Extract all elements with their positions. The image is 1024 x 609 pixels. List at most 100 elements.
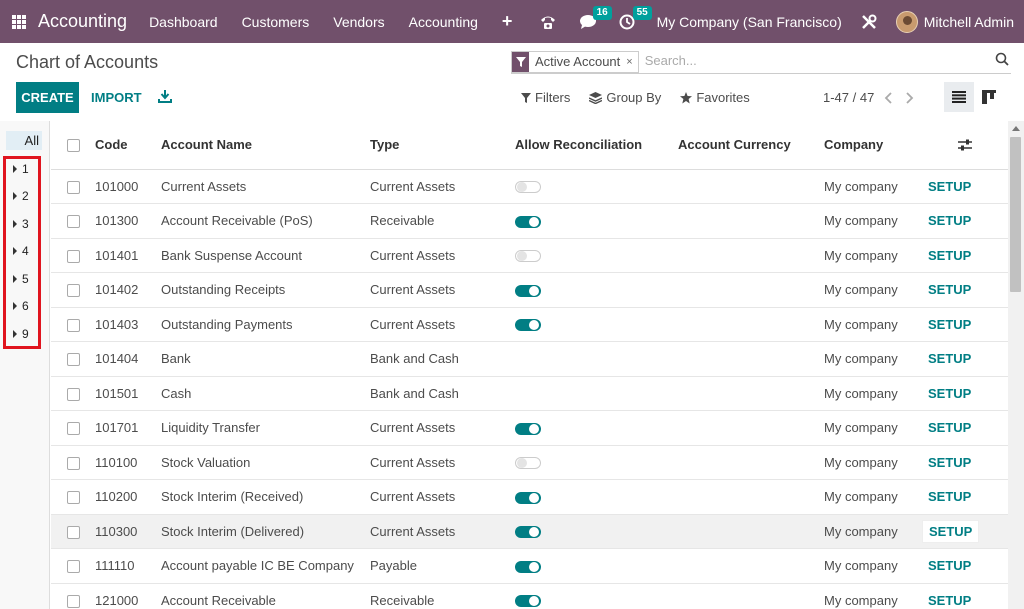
cell-company[interactable]: My company <box>824 169 922 204</box>
cell-code[interactable]: 101404 <box>95 341 161 377</box>
facet-remove-icon[interactable]: × <box>626 56 637 68</box>
reconcile-toggle[interactable] <box>515 422 541 435</box>
cell-type[interactable]: Current Assets <box>370 238 515 273</box>
cell-account-name[interactable]: Stock Valuation <box>161 445 370 480</box>
cell-account-name[interactable]: Account Receivable <box>161 583 370 609</box>
company-switcher[interactable]: My Company (San Francisco) <box>657 14 842 30</box>
cell-currency[interactable] <box>678 583 824 609</box>
group-item-4[interactable]: 4 <box>13 244 29 258</box>
apps-menu-icon[interactable] <box>12 14 26 29</box>
cell-type[interactable]: Receivable <box>370 203 515 239</box>
cell-account-name[interactable]: Stock Interim (Delivered) <box>161 514 370 549</box>
cell-code[interactable]: 101501 <box>95 376 161 411</box>
cell-type[interactable]: Current Assets <box>370 169 515 204</box>
group-item-2[interactable]: 2 <box>13 189 29 203</box>
setup-button[interactable]: SETUP <box>922 417 977 438</box>
pager-next-icon[interactable] <box>904 91 914 104</box>
table-row[interactable]: 101701 Liquidity Transfer Current Assets My… <box>51 410 1008 446</box>
filters-toggle[interactable]: Filters <box>521 90 570 105</box>
setup-button[interactable]: SETUP <box>922 555 977 576</box>
setup-button[interactable]: SETUP <box>922 176 977 197</box>
group-item-5[interactable]: 5 <box>13 272 29 286</box>
favorites-toggle[interactable]: Favorites <box>680 90 750 105</box>
cell-company[interactable]: My company <box>824 410 922 446</box>
setup-button[interactable]: SETUP <box>922 210 977 231</box>
cell-account-name[interactable]: Liquidity Transfer <box>161 410 370 446</box>
cell-account-name[interactable]: Outstanding Receipts <box>161 272 370 308</box>
cell-company[interactable]: My company <box>824 272 922 308</box>
table-row[interactable]: 101501 Cash Bank and Cash My company SETUP <box>51 376 1008 411</box>
cell-code[interactable]: 101403 <box>95 307 161 342</box>
table-row[interactable]: 111110 Account payable IC BE Company Payab… <box>51 548 1008 584</box>
row-checkbox[interactable] <box>67 318 80 332</box>
reconcile-toggle[interactable] <box>515 215 541 228</box>
cell-type[interactable]: Current Assets <box>370 514 515 549</box>
cell-account-name[interactable]: Bank <box>161 341 370 377</box>
group-item-9[interactable]: 9 <box>13 327 29 341</box>
header-account-currency[interactable]: Account Currency <box>678 121 824 170</box>
cell-currency[interactable] <box>678 238 824 273</box>
row-checkbox[interactable] <box>67 491 80 505</box>
row-checkbox[interactable] <box>67 560 80 574</box>
user-avatar[interactable] <box>895 10 918 33</box>
cell-currency[interactable] <box>678 514 824 549</box>
table-row[interactable]: 121000 Account Receivable Receivable My com… <box>51 583 1008 609</box>
menu-dashboard[interactable]: Dashboard <box>149 14 218 30</box>
cell-type[interactable]: Bank and Cash <box>370 341 515 377</box>
row-checkbox[interactable] <box>67 353 80 367</box>
reconcile-toggle[interactable] <box>515 491 541 504</box>
menu-vendors[interactable]: Vendors <box>333 14 384 30</box>
cell-account-name[interactable]: Account payable IC BE Company <box>161 548 370 584</box>
cell-account-name[interactable]: Stock Interim (Received) <box>161 479 370 515</box>
row-checkbox[interactable] <box>67 594 80 608</box>
kanban-view-icon[interactable] <box>974 82 1004 112</box>
debug-tools-icon[interactable] <box>860 13 878 31</box>
table-row[interactable]: 101403 Outstanding Payments Current Assets… <box>51 307 1008 342</box>
header-allow-reconciliation[interactable]: Allow Reconciliation <box>515 121 678 170</box>
setup-button[interactable]: SETUP <box>922 486 977 507</box>
cell-account-name[interactable]: Outstanding Payments <box>161 307 370 342</box>
cell-type[interactable]: Payable <box>370 548 515 584</box>
cell-code[interactable]: 111110 <box>95 548 161 584</box>
setup-button[interactable]: SETUP <box>922 519 980 543</box>
optional-columns-icon[interactable] <box>922 139 1008 151</box>
reconcile-toggle[interactable] <box>515 526 541 539</box>
row-checkbox[interactable] <box>67 525 80 539</box>
list-view-icon[interactable] <box>944 82 974 112</box>
setup-button[interactable]: SETUP <box>922 314 977 335</box>
search-input[interactable] <box>644 53 975 68</box>
group-item-3[interactable]: 3 <box>13 217 29 231</box>
cell-type[interactable]: Current Assets <box>370 307 515 342</box>
cell-currency[interactable] <box>678 203 824 239</box>
cell-type[interactable]: Bank and Cash <box>370 376 515 411</box>
cell-code[interactable]: 110200 <box>95 479 161 515</box>
setup-button[interactable]: SETUP <box>922 245 977 266</box>
cell-currency[interactable] <box>678 479 824 515</box>
scroll-up-arrow-icon[interactable] <box>1012 126 1020 131</box>
app-brand[interactable]: Accounting <box>38 11 127 32</box>
row-checkbox[interactable] <box>67 422 80 436</box>
cell-company[interactable]: My company <box>824 514 922 549</box>
cell-company[interactable]: My company <box>824 479 922 515</box>
cell-currency[interactable] <box>678 307 824 342</box>
groupby-toggle[interactable]: Group By <box>589 90 661 105</box>
header-company[interactable]: Company <box>824 121 922 170</box>
cell-company[interactable]: My company <box>824 583 922 609</box>
cell-company[interactable]: My company <box>824 341 922 377</box>
table-row[interactable]: 101000 Current Assets Current Assets My com… <box>51 169 1008 204</box>
pager-previous-icon[interactable] <box>884 91 894 104</box>
cell-account-name[interactable]: Cash <box>161 376 370 411</box>
cell-type[interactable]: Current Assets <box>370 479 515 515</box>
cell-company[interactable]: My company <box>824 307 922 342</box>
cell-company[interactable]: My company <box>824 238 922 273</box>
cell-code[interactable]: 101300 <box>95 203 161 239</box>
cell-type[interactable]: Current Assets <box>370 272 515 308</box>
user-menu[interactable]: Mitchell Admin <box>924 14 1014 30</box>
setup-button[interactable]: SETUP <box>922 348 977 369</box>
row-checkbox[interactable] <box>67 284 80 298</box>
reconcile-toggle[interactable] <box>515 319 541 332</box>
cell-account-name[interactable]: Current Assets <box>161 169 370 204</box>
header-type[interactable]: Type <box>370 121 515 170</box>
group-item-6[interactable]: 6 <box>13 299 29 313</box>
cell-type[interactable]: Current Assets <box>370 410 515 446</box>
